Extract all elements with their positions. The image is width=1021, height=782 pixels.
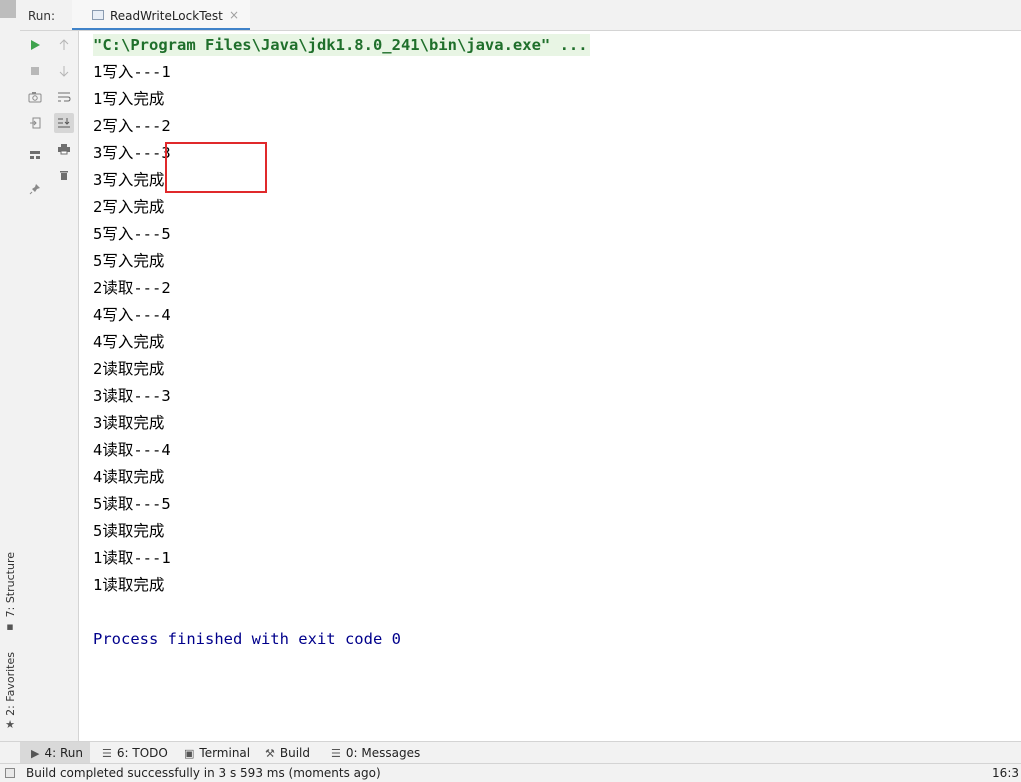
console-line: 1写入完成 [93,90,165,108]
console-line: 3写入完成 [93,171,165,189]
console-line: 4写入---4 [93,306,171,324]
bottom-tab-run[interactable]: ▶ 4: Run [20,742,90,764]
bottom-tab-terminal[interactable]: ▣ Terminal [184,742,250,764]
console-line: 1读取完成 [93,576,165,594]
arrow-down-icon[interactable] [55,62,73,80]
bottom-tab-messages[interactable]: ☰ 0: Messages [331,742,420,764]
stop-icon[interactable] [26,62,44,80]
left-tool-strip: 7: Structure ▪ 2: Favorites ★ [0,0,21,741]
console-line: 4读取完成 [93,468,165,486]
console-line: 3写入---3 [93,144,171,162]
status-bar: Build completed successfully in 3 s 593 … [0,763,1021,782]
command-line: "C:\Program Files\Java\jdk1.8.0_241\bin\… [93,34,590,56]
structure-tab-label: 7: Structure [3,552,17,618]
console-line: 5写入完成 [93,252,165,270]
console-line: 5读取---5 [93,495,171,513]
bottom-tab-messages-label: 0: Messages [345,746,421,760]
console-line: 1写入---1 [93,63,171,81]
messages-icon: ☰ [331,746,341,760]
bottom-tab-build-label: Build [279,746,310,760]
run-icon: ▶ [31,746,40,760]
console-line: 2写入完成 [93,198,165,216]
trash-icon[interactable] [55,166,73,184]
layout-icon[interactable] [26,146,44,164]
arrow-up-icon[interactable] [55,36,73,54]
bottom-tab-run-label: 4: Run [44,746,83,760]
scroll-to-end-icon[interactable] [54,113,74,133]
run-toolbar-secondary [50,31,79,741]
run-config-tab[interactable]: ReadWriteLockTest × [72,0,250,30]
bottom-tab-todo[interactable]: ☰ 6: TODO [102,742,168,764]
structure-tab[interactable]: 7: Structure ▪ [0,552,20,633]
console-output[interactable]: "C:\Program Files\Java\jdk1.8.0_241\bin\… [79,31,1021,741]
close-icon[interactable]: × [229,8,239,22]
console-line: 2读取---2 [93,279,171,297]
console-line: 2读取完成 [93,360,165,378]
console-line: 2写入---2 [93,117,171,135]
run-toolbar-primary [20,31,50,741]
hammer-icon: ⚒ [265,746,275,760]
soft-wrap-icon[interactable] [55,88,73,106]
run-config-tab-title: ReadWriteLockTest [110,9,223,23]
terminal-icon: ▣ [184,746,195,760]
status-icon[interactable] [5,768,15,778]
status-message[interactable]: Build completed successfully in 3 s 593 … [26,766,381,780]
run-icon[interactable] [26,36,44,54]
favorites-tab[interactable]: 2: Favorites ★ [0,652,20,732]
favorites-tab-label: 2: Favorites [3,652,17,716]
console-line: 4读取---4 [93,441,171,459]
console-line: 5写入---5 [93,225,171,243]
camera-icon[interactable] [26,88,44,106]
highlight-box [165,142,267,193]
bottom-tab-todo-label: 6: TODO [116,746,168,760]
structure-icon: ▪ [6,619,14,633]
bottom-tab-build[interactable]: ⚒ Build [265,742,310,764]
scroll-nub [0,0,16,18]
tool-window-bar: ▶ 4: Run ☰ 6: TODO ▣ Terminal ⚒ Build ☰ … [0,741,1021,764]
bottom-tab-terminal-label: Terminal [199,746,251,760]
exit-message: Process finished with exit code 0 [93,630,401,648]
console-line: 3读取完成 [93,414,165,432]
pin-icon[interactable] [26,180,44,198]
star-icon: ★ [5,718,15,732]
console-line: 4写入完成 [93,333,165,351]
console-icon [92,10,104,20]
run-header: Run: ReadWriteLockTest × [20,0,1021,31]
console-line: 5读取完成 [93,522,165,540]
caret-position[interactable]: 16:3 [992,766,1019,780]
console-line: 1读取---1 [93,549,171,567]
console-line: 3读取---3 [93,387,171,405]
exit-icon[interactable] [26,114,44,132]
list-icon: ☰ [102,746,112,760]
run-label: Run: [28,9,56,23]
print-icon[interactable] [55,140,73,158]
